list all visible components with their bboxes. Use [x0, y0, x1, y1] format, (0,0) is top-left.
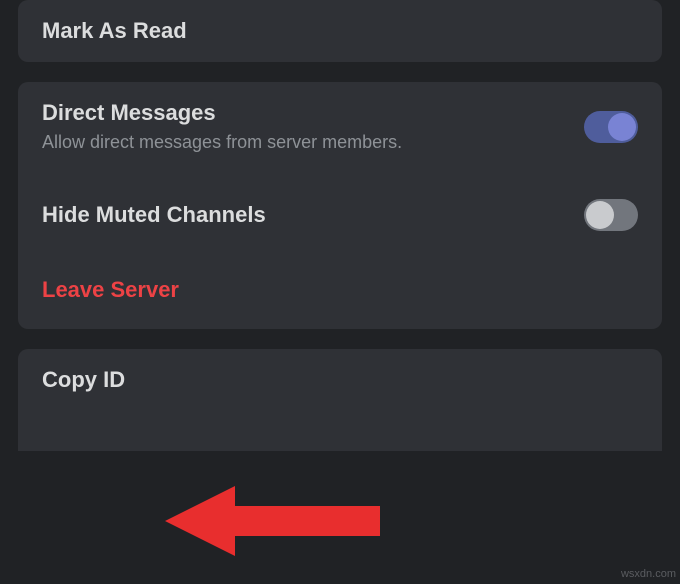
direct-messages-content: Direct Messages Allow direct messages fr… — [42, 100, 402, 153]
direct-messages-toggle[interactable] — [584, 111, 638, 143]
mark-as-read-label: Mark As Read — [42, 18, 187, 44]
copy-id-item[interactable]: Copy ID — [18, 349, 662, 411]
toggle-thumb — [586, 201, 614, 229]
direct-messages-item[interactable]: Direct Messages Allow direct messages fr… — [18, 82, 662, 171]
direct-messages-title: Direct Messages — [42, 100, 402, 126]
annotation-arrow-icon — [165, 476, 385, 566]
copy-id-label: Copy ID — [42, 367, 125, 393]
hide-muted-channels-title: Hide Muted Channels — [42, 202, 266, 228]
toggle-thumb — [608, 113, 636, 141]
mark-as-read-item[interactable]: Mark As Read — [18, 0, 662, 62]
section-server-settings: Direct Messages Allow direct messages fr… — [18, 82, 662, 329]
section-copy-id: Copy ID — [18, 349, 662, 451]
hide-muted-channels-toggle[interactable] — [584, 199, 638, 231]
hide-muted-channels-item[interactable]: Hide Muted Channels — [18, 171, 662, 249]
watermark-text: wsxdn.com — [621, 568, 676, 580]
direct-messages-subtitle: Allow direct messages from server member… — [42, 132, 402, 153]
leave-server-item[interactable]: Leave Server — [18, 249, 662, 329]
leave-server-label: Leave Server — [42, 277, 179, 303]
section-mark-read: Mark As Read — [18, 0, 662, 62]
